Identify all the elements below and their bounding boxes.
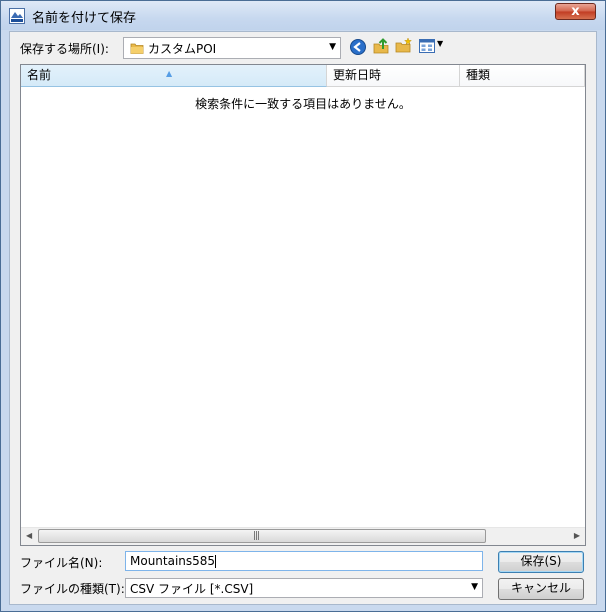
- chevron-down-icon: ▼: [329, 42, 336, 52]
- location-combo[interactable]: カスタムPOI ▼: [123, 37, 341, 59]
- new-folder-icon[interactable]: [395, 37, 413, 55]
- view-dropdown-icon: ▼: [437, 39, 444, 48]
- save-as-dialog: 名前を付けて保存 x 保存する場所(I): カスタムPOI ▼ ▼ ▲ 名前 更…: [0, 0, 606, 612]
- horizontal-scrollbar[interactable]: ◀ ||| ▶: [21, 527, 585, 545]
- filename-input[interactable]: Mountains585: [125, 551, 483, 571]
- column-header-name[interactable]: ▲ 名前: [21, 65, 327, 87]
- dialog-body: 保存する場所(I): カスタムPOI ▼ ▼ ▲ 名前 更新日時 種類 検索条件…: [9, 31, 597, 605]
- window-title: 名前を付けて保存: [32, 11, 137, 26]
- folder-icon: [130, 43, 144, 54]
- column-header-label: 名前: [27, 68, 52, 82]
- location-value: カスタムPOI: [148, 42, 217, 56]
- filename-value: Mountains585: [130, 554, 216, 568]
- column-header-label: 更新日時: [333, 68, 382, 82]
- up-folder-icon[interactable]: [372, 37, 390, 55]
- chevron-down-icon: ▼: [471, 582, 478, 592]
- empty-list-message: 検索条件に一致する項目はありません。: [195, 97, 411, 111]
- close-button[interactable]: x: [555, 3, 596, 20]
- sort-ascending-icon: ▲: [166, 69, 173, 78]
- column-header-type[interactable]: 種類: [460, 65, 585, 87]
- save-button[interactable]: 保存(S): [498, 551, 584, 573]
- text-caret: [215, 555, 217, 568]
- back-icon[interactable]: [349, 38, 367, 56]
- cancel-button[interactable]: キャンセル: [498, 578, 584, 600]
- title-bar[interactable]: 名前を付けて保存 x: [1, 1, 605, 30]
- app-icon: [9, 8, 25, 24]
- file-list[interactable]: ▲ 名前 更新日時 種類 検索条件に一致する項目はありません。 ◀ ||| ▶: [20, 64, 586, 546]
- scroll-right-icon[interactable]: ▶: [574, 531, 580, 540]
- scrollbar-thumb[interactable]: |||: [38, 529, 486, 543]
- scroll-left-icon[interactable]: ◀: [26, 531, 32, 540]
- column-header-label: 種類: [466, 68, 491, 82]
- view-menu-icon: [419, 39, 435, 53]
- filetype-value: CSV ファイル [*.CSV]: [130, 582, 254, 596]
- column-header-modified[interactable]: 更新日時: [327, 65, 460, 87]
- filename-label: ファイル名(N):: [20, 556, 103, 570]
- view-menu-button[interactable]: ▼: [419, 38, 447, 54]
- filetype-label: ファイルの種類(T):: [20, 582, 125, 596]
- location-label: 保存する場所(I):: [20, 42, 109, 56]
- scrollbar-grip: |||: [253, 531, 260, 541]
- filetype-select[interactable]: CSV ファイル [*.CSV] ▼: [125, 578, 483, 598]
